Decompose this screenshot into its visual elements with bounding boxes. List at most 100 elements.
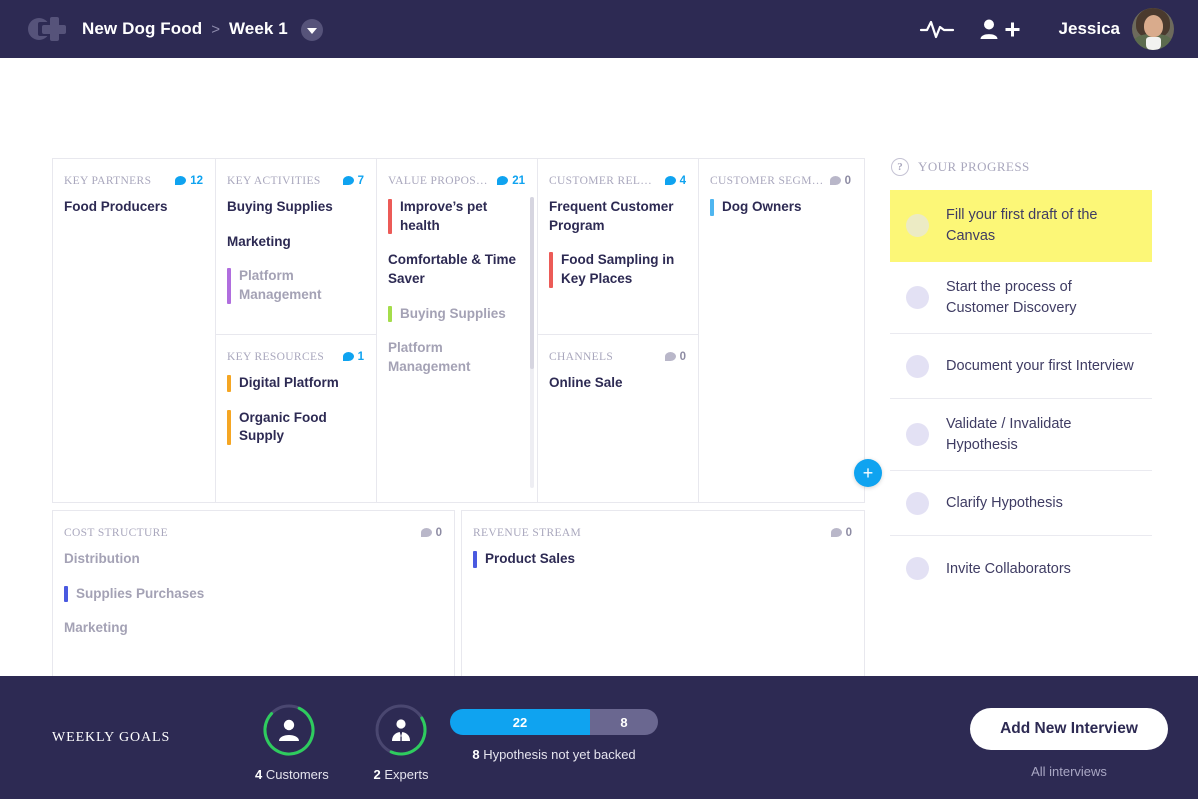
comment-count[interactable]: 12 [169, 175, 203, 187]
cell-items: Frequent Customer Program Food Sampling … [538, 190, 698, 295]
canvas-card-label: Supplies Purchases [76, 585, 205, 601]
comment-count-value: 1 [357, 350, 364, 363]
cell-value-proposition[interactable]: VALUE PROPOSITION 21 Improve’s pet healt… [377, 159, 537, 502]
progress-status-dot [906, 423, 929, 447]
canvas-column-customer-relations: CUSTOMER RELATION... 4 Frequent Customer… [538, 159, 699, 502]
activity-pulse-icon[interactable] [909, 9, 965, 49]
cell-title: VALUE PROPOSITION [388, 174, 491, 187]
cell-items: Food Producers [53, 190, 215, 223]
canvas-top-row: KEY PARTNERS 12 Food Producers KEY ACTIV… [52, 158, 865, 503]
breadcrumb-week[interactable]: Week 1 [229, 19, 288, 39]
goal-ring-experts[interactable]: 2 Experts [367, 702, 435, 782]
add-new-interview-button[interactable]: Add New Interview [970, 708, 1168, 750]
goal-rings: 4 Customers 2 Experts [255, 702, 435, 782]
comment-count[interactable]: 0 [824, 175, 851, 187]
cell-customer-segments[interactable]: CUSTOMER SEGMENTS 0 Dog Owners [699, 159, 863, 502]
avatar[interactable] [1132, 8, 1174, 50]
canvas-card[interactable]: Platform Management [227, 267, 366, 304]
cell-channels[interactable]: CHANNELS 0 Online Sale [538, 335, 698, 502]
progress-item-document-interview[interactable]: Document your first Interview [890, 334, 1152, 400]
cell-key-resources[interactable]: KEY RESOURCES 1 Digital Platform Organic… [216, 335, 376, 502]
canvas-card-label: Organic Food Supply [239, 409, 327, 444]
progress-item-fill-first-draft[interactable]: Fill your first draft of the Canvas [890, 190, 1152, 263]
canvas-card[interactable]: Marketing [64, 619, 444, 638]
cell-cost-structure[interactable]: COST STRUCTURE 0 Distribution Supplies P… [52, 510, 455, 696]
weekly-goals-footer: WEEKLY GOALS 4 Customers 2 Experts 22 8 … [0, 676, 1198, 799]
comment-bubble-icon [342, 176, 354, 185]
hypothesis-not-backed-value: 8 [590, 709, 658, 735]
comment-count[interactable]: 1 [337, 351, 364, 363]
canvas-card-label: Improve’s pet health [400, 199, 488, 233]
canvas-card[interactable]: Buying Supplies [227, 198, 366, 217]
comment-count-value: 0 [845, 526, 852, 539]
comment-count[interactable]: 0 [825, 527, 852, 539]
cplus-logo-icon[interactable] [28, 14, 66, 44]
hypothesis-caption: 8 Hypothesis not yet backed [450, 747, 658, 762]
comment-bubble-icon [420, 528, 432, 537]
cell-customer-relations[interactable]: CUSTOMER RELATION... 4 Frequent Customer… [538, 159, 698, 335]
hypothesis-meter: 22 8 8 Hypothesis not yet backed [450, 709, 658, 762]
canvas-card-label: Platform Management [239, 268, 322, 302]
canvas-card-label: Food Sampling in Key Places [561, 252, 675, 286]
canvas-card[interactable]: Frequent Customer Program [549, 198, 688, 235]
comment-count[interactable]: 4 [659, 175, 686, 187]
canvas-card-label: Buying Supplies [400, 305, 506, 321]
canvas-card[interactable]: Online Sale [549, 374, 688, 393]
chevron-down-icon[interactable] [300, 19, 323, 41]
add-user-icon[interactable] [965, 9, 1035, 49]
cell-title: CHANNELS [549, 350, 614, 363]
comment-count[interactable]: 0 [415, 527, 442, 539]
cell-key-activities[interactable]: KEY ACTIVITIES 7 Buying Supplies Marketi… [216, 159, 376, 335]
progress-item-customer-discovery[interactable]: Start the process of Customer Discovery [890, 262, 1152, 335]
cell-title: COST STRUCTURE [64, 526, 169, 539]
footer-actions: Add New Interview All interviews [970, 708, 1168, 779]
progress-item-clarify-hypothesis[interactable]: Clarify Hypothesis [890, 471, 1152, 537]
cell-revenue-stream[interactable]: REVENUE STREAM 0 Product Sales [461, 510, 865, 696]
hypothesis-bar[interactable]: 22 8 [450, 709, 658, 735]
comment-count[interactable]: 7 [337, 175, 364, 187]
cell-title: CUSTOMER RELATION... [549, 174, 659, 187]
comment-count[interactable]: 0 [659, 351, 686, 363]
canvas-card[interactable]: Comfortable & Time Saver [388, 251, 527, 288]
all-interviews-link[interactable]: All interviews [970, 764, 1168, 779]
canvas-card[interactable]: Buying Supplies [388, 305, 527, 324]
breadcrumb-project[interactable]: New Dog Food [82, 19, 202, 39]
comment-count-value: 0 [435, 526, 442, 539]
vertical-scrollbar[interactable] [530, 197, 534, 488]
canvas-card[interactable]: Distribution [64, 550, 444, 569]
canvas-card[interactable]: Supplies Purchases [64, 585, 444, 604]
comment-count[interactable]: 21 [491, 175, 525, 187]
hypothesis-caption-text: Hypothesis not yet backed [483, 747, 636, 762]
canvas-card[interactable]: Platform Management [388, 339, 527, 376]
cell-key-partners[interactable]: KEY PARTNERS 12 Food Producers [53, 159, 215, 502]
progress-status-dot [906, 354, 929, 378]
progress-item-label: Document your first Interview [946, 358, 1134, 375]
customer-icon [261, 702, 317, 758]
canvas-card[interactable]: Marketing [227, 233, 366, 252]
add-canvas-item-button[interactable]: + [854, 459, 882, 487]
cell-header: CUSTOMER RELATION... 4 [538, 159, 698, 190]
canvas-card[interactable]: Organic Food Supply [227, 409, 366, 446]
progress-item-validate-hypothesis[interactable]: Validate / Invalidate Hypothesis [890, 399, 1152, 472]
cell-header: KEY PARTNERS 12 [53, 159, 215, 190]
canvas-card[interactable]: Dog Owners [710, 198, 853, 217]
comment-bubble-icon [497, 176, 509, 185]
canvas-card[interactable]: Product Sales [473, 550, 854, 569]
comment-count-value: 21 [512, 174, 525, 187]
hypothesis-caption-count: 8 [472, 747, 480, 762]
breadcrumb-separator: > [211, 20, 220, 38]
canvas-card[interactable]: Improve’s pet health [388, 198, 527, 235]
comment-bubble-icon [342, 352, 354, 361]
canvas-card[interactable]: Food Sampling in Key Places [549, 251, 688, 288]
progress-item-invite-collaborators[interactable]: Invite Collaborators [890, 536, 1152, 601]
canvas-column-value-proposition: VALUE PROPOSITION 21 Improve’s pet healt… [377, 159, 538, 502]
cell-items: Distribution Supplies Purchases Marketin… [53, 542, 454, 644]
canvas-column-key-activities: KEY ACTIVITIES 7 Buying Supplies Marketi… [216, 159, 377, 502]
canvas-card-label: Dog Owners [722, 199, 802, 214]
canvas-card[interactable]: Food Producers [64, 198, 205, 217]
comment-count-value: 0 [679, 350, 686, 363]
canvas-card[interactable]: Digital Platform [227, 374, 366, 393]
question-mark-icon[interactable]: ? [891, 158, 909, 176]
cell-header: VALUE PROPOSITION 21 [377, 159, 537, 190]
goal-ring-customers[interactable]: 4 Customers [255, 702, 329, 782]
